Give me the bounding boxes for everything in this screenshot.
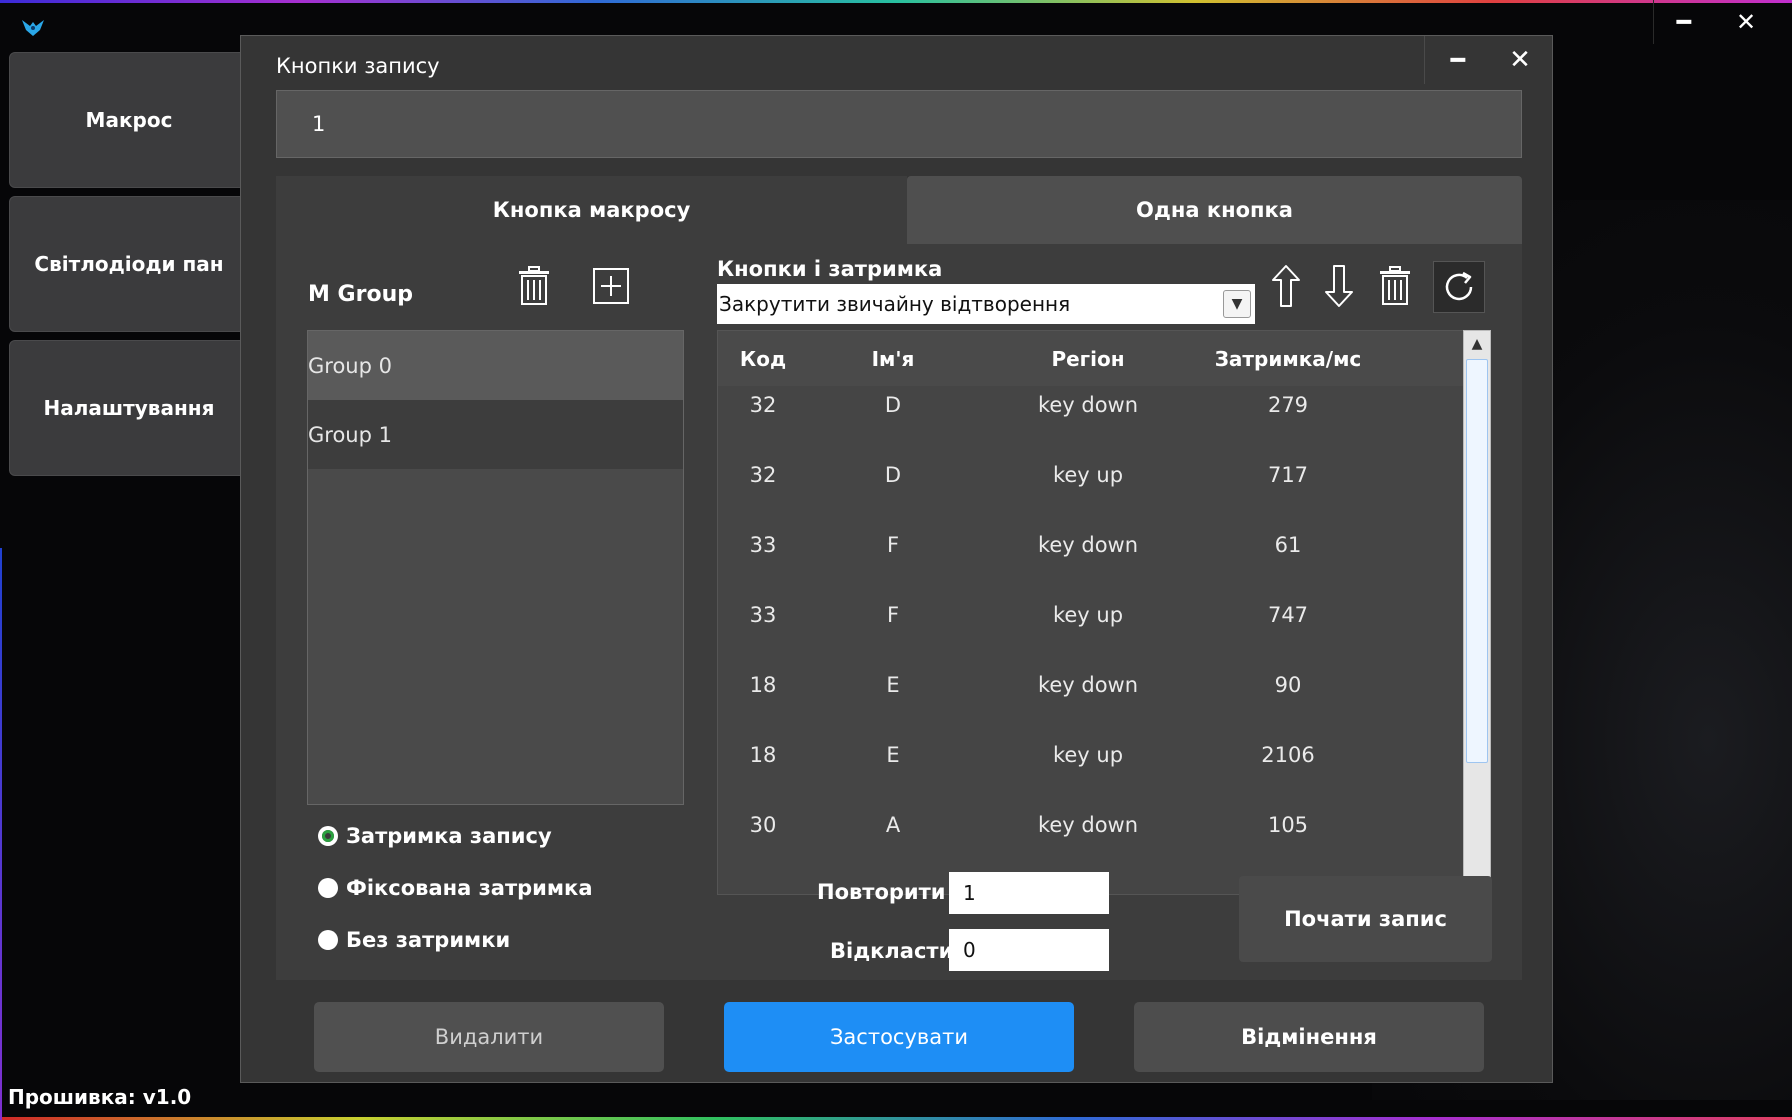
firmware-version: Прошивка: v1.0 — [8, 1085, 192, 1109]
cell-delay: 747 — [1267, 603, 1309, 627]
list-item[interactable]: Group 0 — [308, 331, 683, 400]
plus-square-icon — [593, 268, 629, 304]
cell-delay: 61 — [1274, 533, 1302, 557]
cell-code: 18 — [749, 743, 777, 767]
chevron-down-icon: ▼ — [1223, 290, 1251, 318]
titlebar-separator — [1653, 0, 1654, 44]
trash-icon — [519, 266, 549, 305]
cell-delay: 90 — [1274, 673, 1302, 697]
rgb-border-top — [0, 0, 1792, 3]
cell-name: F — [886, 533, 900, 557]
apply-button[interactable]: Застосувати — [724, 1002, 1074, 1072]
dialog-close-button[interactable]: ✕ — [1490, 36, 1550, 84]
tab-macro-button[interactable]: Кнопка макросу — [276, 176, 907, 244]
keys-section-label: Кнопки і затримка — [717, 257, 943, 281]
scroll-up-icon[interactable]: ▲ — [1464, 331, 1490, 357]
cell-name: A — [885, 813, 901, 837]
select-value: Закрутити звичайну відтворення — [719, 292, 1071, 316]
minimize-window-button[interactable]: ━ — [1664, 6, 1704, 38]
cell-region: key up — [1052, 743, 1124, 767]
record-keys-dialog: Кнопки запису ━ ✕ 1 Кнопка макросу Одна … — [240, 35, 1553, 1083]
radio-unchecked-icon — [318, 878, 338, 898]
group-section-label: M Group — [308, 282, 413, 307]
cell-code: 33 — [749, 533, 777, 557]
group-item-label: Group 1 — [308, 422, 392, 447]
close-window-button[interactable]: ✕ — [1726, 6, 1766, 38]
cell-region: key down — [1037, 673, 1139, 697]
group-item-label: Group 0 — [308, 353, 392, 378]
repeat-label: Повторити — [817, 880, 946, 904]
cell-name: D — [884, 463, 902, 487]
cell-delay: 279 — [1267, 393, 1309, 417]
cell-code: 33 — [749, 603, 777, 627]
cell-code: 32 — [749, 393, 777, 417]
cell-code: 32 — [749, 463, 777, 487]
delete-button[interactable]: Видалити — [314, 1002, 664, 1072]
macro-name-input[interactable]: 1 — [276, 90, 1522, 158]
cell-name: D — [884, 393, 902, 417]
app-logo-icon — [22, 20, 44, 36]
sidebar-item-leds[interactable]: Світлодіоди пан — [9, 196, 249, 332]
cell-delay: 105 — [1267, 813, 1309, 837]
arrow-down-icon — [1325, 265, 1353, 307]
keys-table: Код Ім'я Регіон Затримка/мс 32 Dkey down 2… — [717, 330, 1464, 895]
delete-key-button[interactable] — [1375, 264, 1415, 308]
radio-label: Затримка запису — [346, 824, 552, 848]
cell-region: key up — [1052, 603, 1124, 627]
cell-name: E — [886, 743, 900, 767]
radio-fixed-delay[interactable]: Фіксована затримка — [318, 876, 592, 900]
trash-icon — [1380, 266, 1410, 305]
dialog-minimize-button[interactable]: ━ — [1424, 36, 1491, 84]
list-item[interactable]: Group 1 — [308, 400, 683, 469]
move-down-button[interactable] — [1319, 262, 1359, 310]
start-recording-button[interactable]: Почати запис — [1239, 876, 1492, 962]
move-up-button[interactable] — [1266, 262, 1306, 310]
arrow-up-icon — [1272, 265, 1300, 307]
delete-group-button[interactable] — [514, 264, 554, 308]
table-scrollbar[interactable]: ▲ ▼ — [1463, 330, 1491, 895]
radio-record-delay[interactable]: Затримка запису — [318, 824, 552, 848]
refresh-icon — [1445, 271, 1473, 301]
radio-label: Фіксована затримка — [346, 876, 593, 900]
cell-region: key down — [1037, 393, 1139, 417]
defer-input[interactable]: 0 — [949, 929, 1109, 971]
cancel-button[interactable]: Відмінення — [1134, 1002, 1484, 1072]
add-group-button[interactable] — [591, 266, 631, 306]
reset-button[interactable] — [1433, 261, 1485, 313]
cell-region: key down — [1037, 533, 1139, 557]
sidebar-item-label: Налаштування — [43, 396, 215, 420]
sidebar-item-macro[interactable]: Макрос — [9, 52, 249, 188]
sidebar-item-settings[interactable]: Налаштування — [9, 340, 249, 476]
scroll-thumb[interactable] — [1466, 359, 1488, 763]
cell-region: key down — [1037, 813, 1139, 837]
radio-unchecked-icon — [318, 930, 338, 950]
playback-mode-select[interactable]: Закрутити звичайну відтворення ▼ — [717, 284, 1255, 324]
cell-name: F — [886, 603, 900, 627]
cell-code: 18 — [749, 673, 777, 697]
cell-delay: 717 — [1267, 463, 1309, 487]
cell-region: key up — [1052, 463, 1124, 487]
cell-delay: 2106 — [1261, 743, 1315, 767]
rgb-border-left — [0, 548, 2, 1120]
radio-no-delay[interactable]: Без затримки — [318, 928, 510, 952]
dialog-title: Кнопки запису — [276, 54, 440, 78]
radio-label: Без затримки — [346, 928, 511, 952]
radio-checked-icon — [318, 826, 338, 846]
tab-single-button[interactable]: Одна кнопка — [907, 176, 1522, 244]
repeat-input[interactable]: 1 — [949, 872, 1109, 914]
defer-label: Відкласти — [830, 939, 954, 963]
sidebar-item-label: Макрос — [85, 108, 173, 132]
cell-name: E — [886, 673, 900, 697]
group-list: Group 0 Group 1 — [307, 330, 684, 805]
sidebar-item-label: Світлодіоди пан — [34, 252, 224, 276]
cell-code: 30 — [749, 813, 777, 837]
